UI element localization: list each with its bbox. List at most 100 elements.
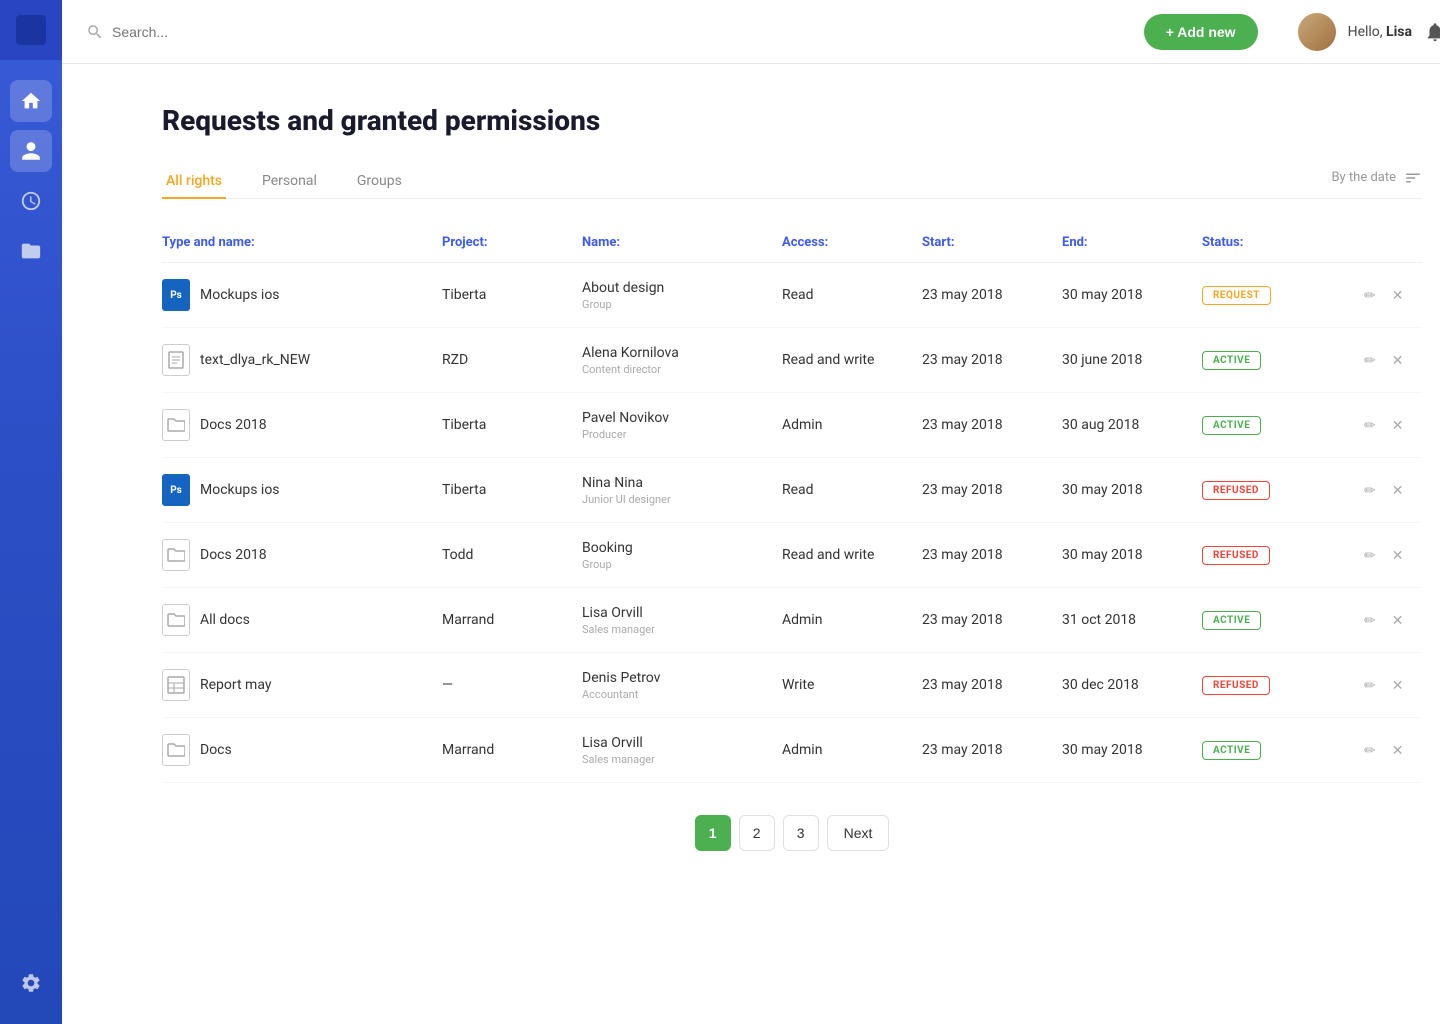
page-1-button[interactable]: 1 <box>695 815 731 851</box>
type-name-0: Mockups ios <box>200 287 280 303</box>
person-icon <box>20 140 42 162</box>
search-input[interactable] <box>112 24 312 40</box>
delete-button-7[interactable]: ✕ <box>1390 740 1406 761</box>
type-cell-1: text_dlya_rk_NEW <box>162 344 442 376</box>
edit-button-4[interactable]: ✏ <box>1362 545 1378 566</box>
name-sub-5: Sales manager <box>582 623 782 636</box>
gear-icon <box>20 972 42 994</box>
next-button[interactable]: Next <box>827 815 890 851</box>
delete-button-1[interactable]: ✕ <box>1390 350 1406 371</box>
edit-button-7[interactable]: ✏ <box>1362 740 1378 761</box>
tab-groups[interactable]: Groups <box>353 165 406 199</box>
hello-text: Hello, Lisa <box>1348 24 1412 40</box>
start-cell-2: 23 may 2018 <box>922 417 1062 433</box>
page-3-button[interactable]: 3 <box>783 815 819 851</box>
actions-cell-0: ✏ ✕ <box>1362 285 1422 306</box>
type-name-2: Docs 2018 <box>200 417 267 433</box>
main-content: + Add new Hello, Lisa Requests and grant… <box>62 0 1440 1024</box>
bell-icon[interactable] <box>1424 21 1440 43</box>
type-name-4: Docs 2018 <box>200 547 267 563</box>
delete-button-2[interactable]: ✕ <box>1390 415 1406 436</box>
folder-icon <box>20 240 42 262</box>
file-icon-table <box>162 669 190 701</box>
sidebar-item-users[interactable] <box>10 130 52 172</box>
delete-button-5[interactable]: ✕ <box>1390 610 1406 631</box>
type-name-1: text_dlya_rk_NEW <box>200 352 310 368</box>
actions-cell-4: ✏ ✕ <box>1362 545 1422 566</box>
add-new-button[interactable]: + Add new <box>1144 14 1258 50</box>
status-badge-6: REFUSED <box>1202 676 1270 695</box>
tab-personal[interactable]: Personal <box>258 165 321 199</box>
edit-button-1[interactable]: ✏ <box>1362 350 1378 371</box>
status-badge-3: REFUSED <box>1202 481 1270 500</box>
edit-button-2[interactable]: ✏ <box>1362 415 1378 436</box>
actions-cell-2: ✏ ✕ <box>1362 415 1422 436</box>
avatar-image <box>1298 13 1336 51</box>
name-cell-6: Denis Petrov Accountant <box>582 670 782 701</box>
actions-cell-7: ✏ ✕ <box>1362 740 1422 761</box>
actions-cell-3: ✏ ✕ <box>1362 480 1422 501</box>
edit-button-5[interactable]: ✏ <box>1362 610 1378 631</box>
sidebar-item-files[interactable] <box>10 230 52 272</box>
sidebar <box>0 0 62 1024</box>
name-cell-0: About design Group <box>582 280 782 311</box>
table-row: Report may — Denis Petrov Accountant Wri… <box>162 653 1422 718</box>
delete-button-3[interactable]: ✕ <box>1390 480 1406 501</box>
name-main-6: Denis Petrov <box>582 670 782 686</box>
edit-button-6[interactable]: ✏ <box>1362 675 1378 696</box>
page-2-button[interactable]: 2 <box>739 815 775 851</box>
end-cell-4: 30 may 2018 <box>1062 547 1202 563</box>
edit-button-0[interactable]: ✏ <box>1362 285 1378 306</box>
name-cell-3: Nina Nina Junior UI designer <box>582 475 782 506</box>
type-name-3: Mockups ios <box>200 482 280 498</box>
status-badge-0: REQUEST <box>1202 286 1271 305</box>
avatar <box>1298 13 1336 51</box>
actions-cell-5: ✏ ✕ <box>1362 610 1422 631</box>
sidebar-item-settings[interactable] <box>10 962 52 1004</box>
access-cell-6: Write <box>782 677 922 693</box>
end-cell-0: 30 may 2018 <box>1062 287 1202 303</box>
user-section: Hello, Lisa <box>1298 13 1440 51</box>
project-cell-7: Marrand <box>442 742 582 758</box>
status-cell-5: ACTIVE <box>1202 611 1362 630</box>
type-cell-4: Docs 2018 <box>162 539 442 571</box>
type-cell-7: Docs <box>162 734 442 766</box>
access-cell-4: Read and write <box>782 547 922 563</box>
access-cell-7: Admin <box>782 742 922 758</box>
type-cell-6: Report may <box>162 669 442 701</box>
start-cell-0: 23 may 2018 <box>922 287 1062 303</box>
delete-button-0[interactable]: ✕ <box>1390 285 1406 306</box>
type-cell-2: Docs 2018 <box>162 409 442 441</box>
file-icon-folder <box>162 539 190 571</box>
table-row: Docs 2018 Tiberta Pavel Novikov Producer… <box>162 393 1422 458</box>
page-title: Requests and granted permissions <box>162 104 1422 137</box>
table-body: Ps Mockups ios Tiberta About design Grou… <box>162 263 1422 783</box>
topbar: + Add new Hello, Lisa <box>62 0 1440 64</box>
start-cell-6: 23 may 2018 <box>922 677 1062 693</box>
sort-area: By the date <box>1331 169 1422 195</box>
delete-button-4[interactable]: ✕ <box>1390 545 1406 566</box>
sort-icon[interactable] <box>1404 169 1422 187</box>
sidebar-item-clock[interactable] <box>10 180 52 222</box>
clock-icon <box>20 190 42 212</box>
type-name-6: Report may <box>200 677 271 693</box>
file-icon-folder <box>162 604 190 636</box>
edit-button-3[interactable]: ✏ <box>1362 480 1378 501</box>
end-cell-3: 30 may 2018 <box>1062 482 1202 498</box>
project-cell-3: Tiberta <box>442 482 582 498</box>
name-main-7: Lisa Orvill <box>582 735 782 751</box>
table-row: text_dlya_rk_NEW RZD Alena Kornilova Con… <box>162 328 1422 393</box>
tab-all-rights[interactable]: All rights <box>162 165 226 199</box>
name-sub-2: Producer <box>582 428 782 441</box>
status-cell-3: REFUSED <box>1202 481 1362 500</box>
status-cell-2: ACTIVE <box>1202 416 1362 435</box>
name-sub-3: Junior UI designer <box>582 493 782 506</box>
project-cell-4: Todd <box>442 547 582 563</box>
start-cell-3: 23 may 2018 <box>922 482 1062 498</box>
name-sub-1: Content director <box>582 363 782 376</box>
col-type: Type and name: <box>162 235 442 250</box>
delete-button-6[interactable]: ✕ <box>1390 675 1406 696</box>
col-actions <box>1362 235 1422 250</box>
sidebar-item-home[interactable] <box>10 80 52 122</box>
table-row: All docs Marrand Lisa Orvill Sales manag… <box>162 588 1422 653</box>
